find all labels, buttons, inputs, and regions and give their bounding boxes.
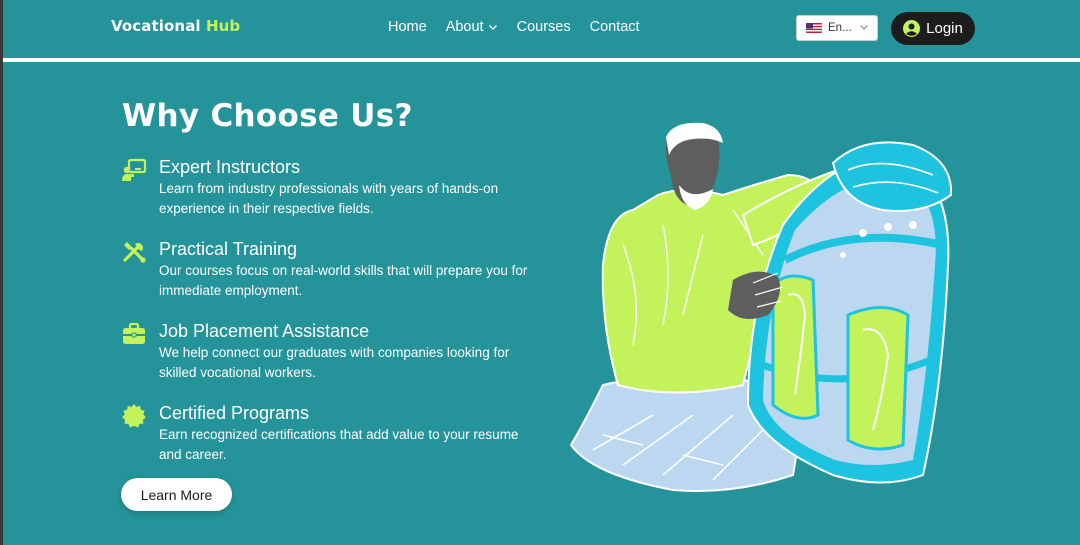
feature-description: Learn from industry professionals with y… bbox=[159, 181, 499, 216]
nav-home-link[interactable]: Home bbox=[388, 19, 427, 35]
section-title: Why Choose Us? bbox=[122, 98, 413, 134]
language-select[interactable]: En... bbox=[796, 15, 878, 41]
header-divider bbox=[3, 58, 1080, 62]
feature-title: Expert Instructors bbox=[159, 157, 301, 177]
nav-home-label: Home bbox=[388, 19, 427, 35]
nav-courses-label: Courses bbox=[516, 19, 571, 35]
craftsman-illustration bbox=[569, 122, 953, 492]
chevron-down-icon bbox=[488, 25, 497, 30]
tools-icon bbox=[123, 242, 146, 263]
feature-title: Practical Training bbox=[159, 239, 298, 259]
nav-about-label: About bbox=[445, 19, 484, 35]
nav-about-link[interactable]: About bbox=[446, 19, 498, 35]
user-circle-icon bbox=[903, 20, 921, 37]
feature-title: Job Placement Assistance bbox=[159, 321, 370, 341]
language-selected-label: En... bbox=[828, 22, 852, 34]
chevron-down-icon bbox=[860, 25, 868, 30]
login-button[interactable]: Login bbox=[891, 12, 975, 45]
certificate-icon bbox=[122, 404, 146, 428]
learn-more-button[interactable]: Learn More bbox=[121, 478, 232, 511]
feature-description: We help connect our graduates with compa… bbox=[159, 345, 510, 380]
chalkboard-teacher-icon bbox=[122, 158, 147, 181]
main-nav: Home About Courses Contact bbox=[388, 19, 640, 35]
brand-name-main: Vocational bbox=[111, 17, 201, 35]
navbar: Vocational Hub Home About Courses Contac… bbox=[3, 0, 1080, 58]
login-label: Login bbox=[926, 20, 963, 37]
nav-contact-link[interactable]: Contact bbox=[590, 19, 640, 35]
feature-description: Earn recognized certifications that add … bbox=[159, 427, 519, 462]
brand-logo[interactable]: Vocational Hub bbox=[111, 17, 240, 35]
nav-courses-link[interactable]: Courses bbox=[517, 19, 571, 35]
feature-title: Certified Programs bbox=[159, 403, 310, 423]
brand-name-accent: Hub bbox=[206, 17, 241, 35]
briefcase-icon bbox=[123, 322, 145, 344]
nav-contact-label: Contact bbox=[589, 19, 640, 35]
us-flag-icon bbox=[806, 23, 822, 33]
feature-description: Our courses focus on real-world skills t… bbox=[159, 263, 528, 298]
